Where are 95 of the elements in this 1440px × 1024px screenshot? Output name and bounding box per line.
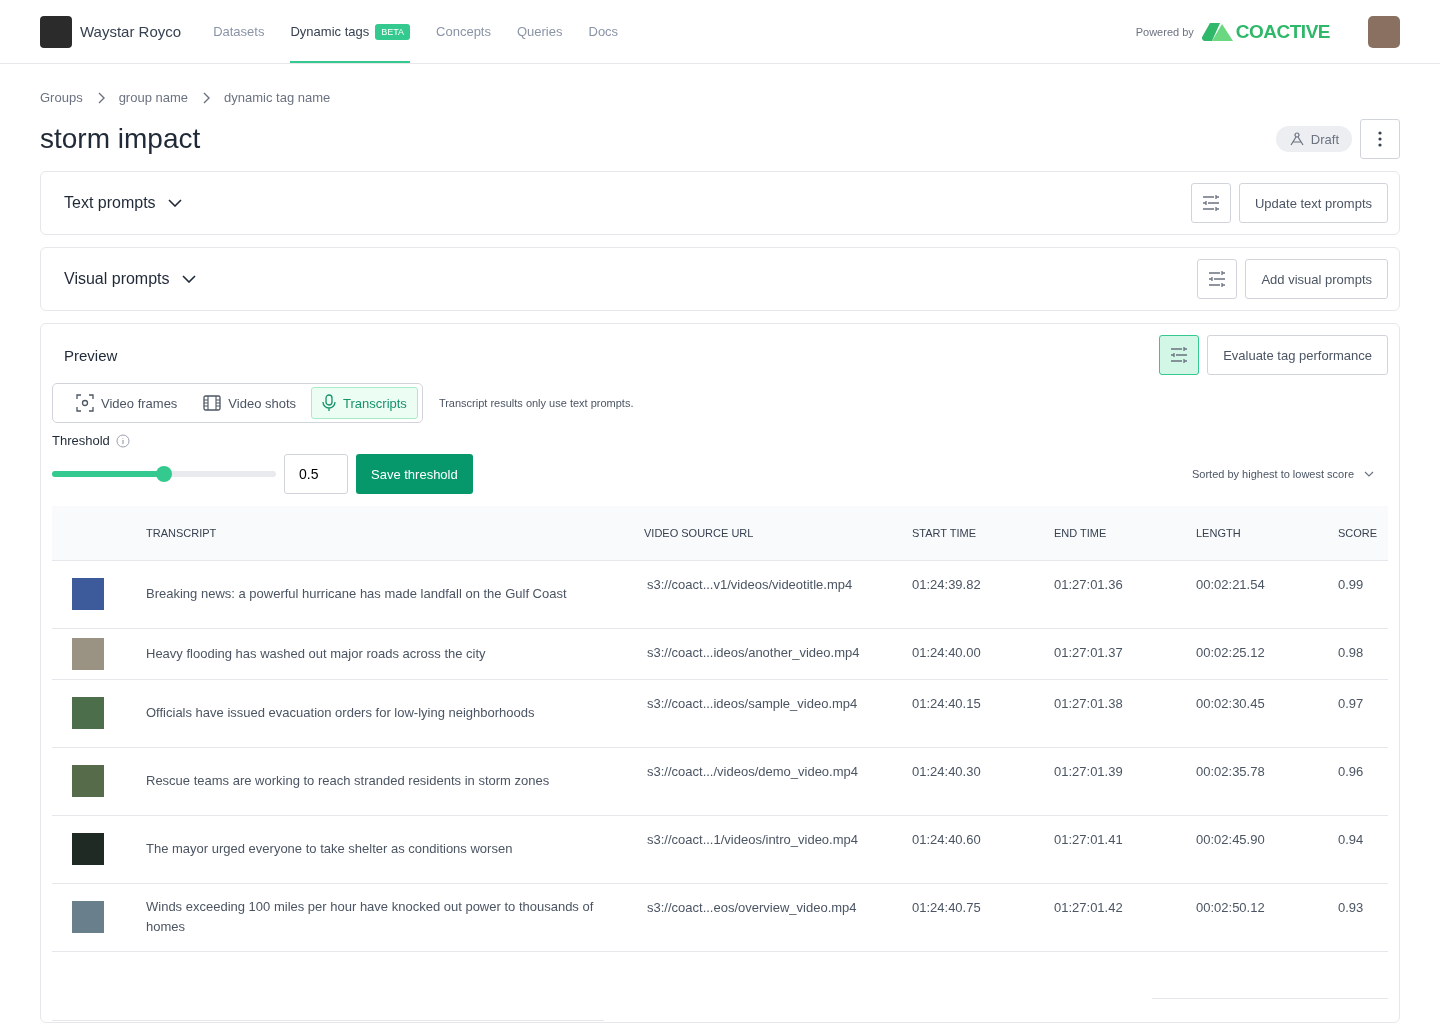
chevron-right-icon (202, 91, 211, 104)
info-icon (115, 433, 130, 448)
score-cell: 0.93 (1337, 883, 1388, 952)
mode-tab[interactable]: Transcripts (311, 387, 418, 419)
url-cell: s3://coact...ideos/sample_video.mp4 (643, 679, 911, 748)
start-time-cell: 01:24:40.00 (911, 628, 1053, 680)
column-header: SCORE (1337, 506, 1388, 561)
video-thumbnail (72, 765, 104, 797)
video-thumbnail (72, 637, 104, 670)
transcript-cell: Officials have issued evacuation orders for low-lying neighborhoods (145, 679, 643, 748)
section-action-button[interactable]: Add visual prompts (1245, 259, 1388, 299)
mode-note: Transcript results only use text prompts. (438, 397, 634, 409)
threshold-input[interactable]: 0.5 (284, 454, 348, 494)
beta-badge: BETA (375, 23, 411, 40)
column-header: LENGTH (1195, 506, 1337, 561)
end-time-cell: 01:27:01.36 (1053, 560, 1195, 629)
filter-button[interactable] (1197, 259, 1238, 299)
filter-button[interactable] (1190, 183, 1231, 223)
end-time-cell: 01:27:01.39 (1053, 747, 1195, 816)
transcript-cell: Rescue teams are working to reach stranded residents in storm zones (145, 747, 643, 816)
avatar-photo[interactable] (1368, 15, 1400, 48)
column-header: START TIME (911, 506, 1053, 561)
length-cell: 00:02:21.54 (1195, 560, 1337, 629)
evaluate-button[interactable]: Evaluate tag performance (1207, 335, 1388, 375)
url-cell: s3://coact...1/videos/intro_video.mp4 (643, 815, 911, 884)
org-name: Waystar Royco (80, 23, 182, 40)
sliders-icon (1208, 271, 1227, 287)
breadcrumb-link[interactable]: group name (118, 90, 189, 105)
kebab-icon (1378, 131, 1382, 147)
chevron-down-icon (167, 199, 182, 207)
start-time-cell: 01:24:40.30 (911, 747, 1053, 816)
draft-status-pill: Draft (1275, 126, 1352, 152)
score-cell: 0.97 (1337, 679, 1388, 748)
section-action-button[interactable]: Update text prompts (1238, 183, 1388, 223)
length-cell: 00:02:30.45 (1195, 679, 1337, 748)
sliders-icon (1170, 347, 1189, 363)
url-cell: s3://coact...eos/overview_video.mp4 (643, 883, 911, 952)
chevron-down-icon (1364, 471, 1374, 477)
mode-tab[interactable]: Video frames (65, 387, 189, 419)
score-cell: 0.96 (1337, 747, 1388, 816)
powered-by-label: Powered by (1135, 25, 1194, 38)
nav-tab[interactable]: Dynamic tags BETA (290, 0, 411, 63)
start-time-cell: 01:24:40.75 (911, 883, 1053, 952)
end-time-cell: 01:27:01.37 (1053, 628, 1195, 680)
threshold-label: Threshold (52, 433, 110, 448)
transcript-cell: The mayor urged everyone to take shelter as conditions worsen (145, 815, 643, 884)
end-time-cell: 01:27:01.42 (1053, 883, 1195, 952)
more-options-button[interactable] (1360, 119, 1400, 159)
column-header: VIDEO SOURCE URL (643, 506, 911, 561)
sort-dropdown[interactable]: Sorted by highest to lowest score (1185, 467, 1388, 481)
url-cell: s3://coact...v1/videos/videotitle.mp4 (643, 560, 911, 629)
save-threshold-button[interactable]: Save threshold (356, 454, 473, 494)
score-cell: 0.94 (1337, 815, 1388, 884)
section-toggle[interactable]: Visual prompts (64, 270, 196, 288)
video-thumbnail (72, 697, 104, 729)
threshold-slider[interactable] (52, 466, 276, 482)
logo-icon (40, 15, 72, 48)
column-header: TRANSCRIPT (145, 506, 643, 561)
start-time-cell: 01:24:40.15 (911, 679, 1053, 748)
video-thumbnail (72, 901, 104, 933)
chevron-right-icon (96, 91, 105, 104)
score-cell: 0.98 (1337, 628, 1388, 680)
coactive-logo-icon (1201, 21, 1234, 42)
breadcrumb-link[interactable]: Groups (40, 90, 83, 105)
chevron-down-icon (181, 275, 196, 283)
focus-frame-icon (76, 394, 94, 412)
transcript-cell: Winds exceeding 100 miles per hour have knocked out power to thousands of homes (145, 883, 643, 952)
start-time-cell: 01:24:40.60 (911, 815, 1053, 884)
compass-icon (1288, 131, 1305, 147)
end-time-cell: 01:27:01.41 (1053, 815, 1195, 884)
breadcrumb-link[interactable]: dynamic tag name (224, 90, 331, 105)
video-thumbnail (72, 833, 104, 865)
url-cell: s3://coact.../videos/demo_video.mp4 (643, 747, 911, 816)
sliders-icon (1201, 195, 1220, 211)
slider-handle[interactable] (156, 466, 172, 482)
length-cell: 00:02:50.12 (1195, 883, 1337, 952)
transcript-cell: Breaking news: a powerful hurricane has made landfall on the Gulf Coast (145, 560, 643, 629)
section-toggle[interactable]: Text prompts (64, 194, 182, 212)
start-time-cell: 01:24:39.82 (911, 560, 1053, 629)
film-icon (203, 395, 222, 411)
mode-tab[interactable]: Video shots (192, 387, 308, 419)
score-cell: 0.99 (1337, 560, 1388, 629)
microphone-icon (322, 394, 337, 412)
end-time-cell: 01:27:01.38 (1053, 679, 1195, 748)
filter-button[interactable] (1159, 335, 1200, 375)
preview-title: Preview (64, 346, 118, 364)
url-cell: s3://coact...ideos/another_video.mp4 (643, 628, 911, 680)
transcript-cell: Heavy flooding has washed out major roads across the city (145, 628, 643, 680)
length-cell: 00:02:45.90 (1195, 815, 1337, 884)
length-cell: 00:02:35.78 (1195, 747, 1337, 816)
video-thumbnail (72, 578, 104, 610)
column-header: END TIME (1053, 506, 1195, 561)
length-cell: 00:02:25.12 (1195, 628, 1337, 680)
page-title: storm impact (40, 123, 201, 155)
brand-wordmark: COACTIVE (1235, 20, 1330, 43)
